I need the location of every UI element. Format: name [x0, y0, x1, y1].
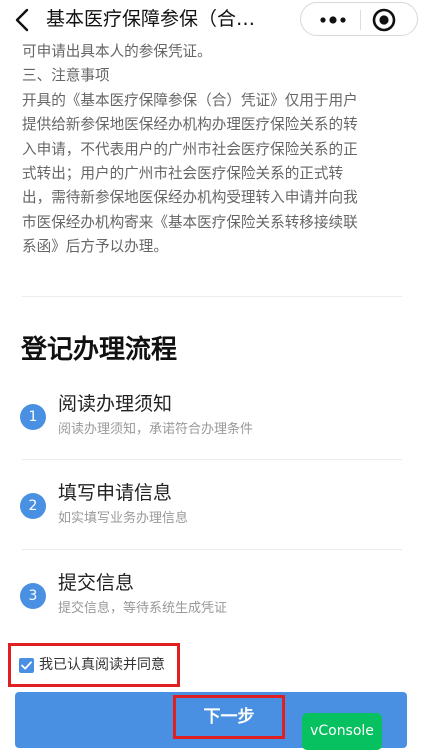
agreement-checkbox-row[interactable]: 我已认真阅读并同意 [8, 643, 180, 687]
agree-label: 我已认真阅读并同意 [39, 657, 165, 673]
agree-checkbox[interactable] [19, 658, 34, 673]
notice-line: 开具的《基本医疗保障参保（合）凭证》仅用于用户 [22, 91, 358, 109]
notice-line: 系函》后方予以办理。 [22, 238, 168, 256]
step-submit-info: 3 提交信息 提交信息，等待系统生成凭证 [20, 572, 400, 636]
flow-title: 登记办理流程 [21, 335, 178, 365]
step-number-badge: 2 [20, 493, 46, 519]
step-read-notice: 1 阅读办理须知 阅读办理须知，承诺符合办理条件 [20, 393, 400, 457]
step-title: 提交信息 [58, 572, 135, 594]
step-title: 阅读办理须知 [58, 393, 173, 415]
step-number-badge: 3 [20, 583, 46, 609]
divider [22, 549, 402, 550]
step-description: 提交信息，等待系统生成凭证 [58, 601, 228, 616]
notice-line: 可申请出具本人的参保凭证。 [22, 43, 212, 60]
close-target-icon[interactable] [371, 7, 397, 33]
more-dots-icon[interactable] [315, 10, 351, 30]
check-icon [21, 661, 32, 670]
step-title: 填写申请信息 [58, 482, 173, 504]
capsule-divider [360, 10, 361, 30]
step-fill-info: 2 填写申请信息 如实填写业务办理信息 [20, 482, 400, 546]
step-number-badge: 1 [20, 404, 46, 430]
navigation-bar: 基本医疗保障参保（合… [0, 0, 424, 40]
notice-line: 出，需待新参保地医保经办机构受理转入申请并向我 [22, 189, 358, 207]
page-title: 基本医疗保障参保（合… [46, 8, 256, 30]
step-description: 如实填写业务办理信息 [58, 511, 189, 526]
back-arrow-icon[interactable] [10, 7, 36, 33]
next-button-highlight: 下一步 [173, 695, 285, 739]
vconsole-button[interactable]: vConsole [302, 713, 382, 750]
notice-line: 三、注意事项 [22, 67, 110, 85]
notice-line: 提供给新参保地医保经办机构办理医疗保险关系的转 [22, 116, 358, 134]
notice-line: 入申请，不代表用户的广州市社会医疗保险关系的正 [22, 140, 358, 158]
step-description: 阅读办理须知，承诺符合办理条件 [58, 422, 254, 437]
notice-line: 式转出；用户的广州市社会医疗保险关系的正式转 [22, 165, 344, 183]
notice-text: 可申请出具本人的参保凭证。 三、注意事项 开具的《基本医疗保障参保（合）凭证》仅… [22, 40, 407, 260]
mini-program-capsule [300, 2, 418, 36]
notice-line: 市医保经办机构寄来《基本医疗保险关系转移接续联 [22, 213, 358, 231]
divider [22, 459, 402, 460]
divider [22, 296, 402, 297]
next-button-label: 下一步 [203, 707, 255, 727]
